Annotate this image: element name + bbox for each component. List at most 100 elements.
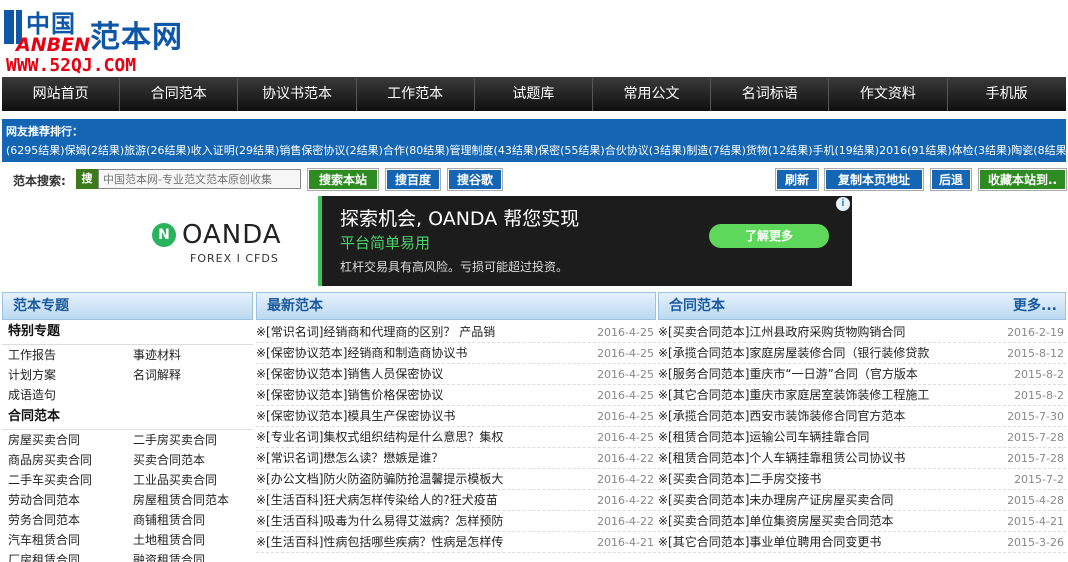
- list-item-title[interactable]: ※[保密协议范本]销售价格保密协议: [256, 385, 443, 405]
- topic-link[interactable]: 买卖合同范本: [133, 450, 258, 470]
- list-item-title[interactable]: ※[租赁合同范本]运输公司车辆挂靠合同: [658, 427, 869, 447]
- list-item[interactable]: ※[保密协议范本]销售价格保密协议 2016-4-25: [256, 385, 656, 406]
- nav-home[interactable]: 网站首页: [2, 77, 121, 111]
- topic-link[interactable]: 二手车买卖合同: [8, 470, 133, 490]
- list-item-title[interactable]: ※[生活百科]性病包括哪些疾病？性病是怎样传: [256, 532, 503, 552]
- topic-link[interactable]: 融资租赁合同: [133, 550, 258, 562]
- search-site-button[interactable]: 搜索本站: [307, 168, 379, 191]
- list-item-title[interactable]: ※[保密协议范本]模具生产保密协议书: [256, 406, 455, 426]
- list-item[interactable]: ※[办公文档]防火防盗防骗防抢温馨提示模板大 2016-4-22: [256, 469, 656, 490]
- list-item[interactable]: ※[买卖合同范本]二手房交接书 2015-7-2: [658, 469, 1066, 490]
- list-item-title[interactable]: ※[保密协议范本]销售人员保密协议: [256, 364, 443, 384]
- list-item[interactable]: ※[买卖合同范本]未办理房产证房屋买卖合同 2015-4-28: [658, 490, 1066, 511]
- hot-search-link[interactable]: (55结果)合伙协议: [560, 144, 649, 157]
- topic-link[interactable]: 土地租赁合同: [133, 530, 258, 550]
- list-item[interactable]: ※[生活百科]性病包括哪些疾病？性病是怎样传 2016-4-21: [256, 532, 656, 553]
- list-item-title[interactable]: ※[其它合同范本]事业单位聘用合同变更书: [658, 532, 881, 552]
- copy-url-button[interactable]: 复制本页地址: [824, 168, 924, 191]
- list-item-title[interactable]: ※[生活百科]吸毒为什么易得艾滋病？怎样预防: [256, 511, 503, 531]
- nav-contracts[interactable]: 合同范本: [120, 77, 239, 111]
- list-item-title[interactable]: ※[租赁合同范本]个人车辆挂靠租赁公司协议书: [658, 448, 905, 468]
- hot-search-link[interactable]: (2结果)旅游: [87, 144, 147, 157]
- hot-search-link[interactable]: (19结果)2016: [835, 144, 908, 157]
- list-item[interactable]: ※[保密协议范本]销售人员保密协议 2016-4-25: [256, 364, 656, 385]
- list-item[interactable]: ※[买卖合同范本]单位集资房屋买卖合同范本 2015-4-21: [658, 511, 1066, 532]
- list-item[interactable]: ※[租赁合同范本]个人车辆挂靠租赁公司协议书 2015-7-28: [658, 448, 1066, 469]
- list-item-title[interactable]: ※[保密协议范本]经销商和制造商协议书: [256, 343, 467, 363]
- list-item[interactable]: ※[其它合同范本]事业单位聘用合同变更书 2015-3-26: [658, 532, 1066, 553]
- hot-search-link[interactable]: (43结果)保密: [494, 144, 561, 157]
- topic-link[interactable]: 商铺租赁合同: [133, 510, 258, 530]
- list-item-title[interactable]: ※[专业名词]集权式组织结构是什么意思？集权: [256, 427, 503, 447]
- list-item-title[interactable]: ※[买卖合同范本]二手房交接书: [658, 469, 821, 489]
- list-item[interactable]: ※[服务合同范本]重庆市“一日游”合同（官方版本 2015-8-2: [658, 364, 1066, 385]
- list-item[interactable]: ※[保密协议范本]模具生产保密协议书 2016-4-25: [256, 406, 656, 427]
- list-item[interactable]: ※[生活百科]狂犬病怎样传染给人的?狂犬疫苗 2016-4-22: [256, 490, 656, 511]
- list-item[interactable]: ※[其它合同范本]重庆市家庭居室装饰装修工程施工 2015-8-2: [658, 385, 1066, 406]
- topic-link[interactable]: 计划方案: [8, 365, 133, 385]
- hot-search-link[interactable]: (7结果)货物: [708, 144, 768, 157]
- list-item[interactable]: ※[专业名词]集权式组织结构是什么意思？集权 2016-4-25: [256, 427, 656, 448]
- list-item-title[interactable]: ※[买卖合同范本]江州县政府采购货物购销合同: [658, 322, 905, 342]
- search-input[interactable]: [98, 169, 301, 189]
- search-baidu-button[interactable]: 搜百度: [385, 168, 441, 191]
- list-item[interactable]: ※[生活百科]吸毒为什么易得艾滋病？怎样预防 2016-4-22: [256, 511, 656, 532]
- list-item-title[interactable]: ※[承揽合同范本]家庭房屋装修合同（银行装修贷款: [658, 343, 929, 363]
- list-item[interactable]: ※[租赁合同范本]运输公司车辆挂靠合同 2015-7-28: [658, 427, 1066, 448]
- topic-link[interactable]: 汽车租赁合同: [8, 530, 133, 550]
- topic-link[interactable]: 事迹材料: [133, 345, 258, 365]
- topic-link[interactable]: 劳务合同范本: [8, 510, 133, 530]
- list-item[interactable]: ※[承揽合同范本]西安市装饰装修合同官方范本 2015-7-30: [658, 406, 1066, 427]
- hot-search-link[interactable]: (29结果)销售保密协议: [235, 144, 346, 157]
- topic-link[interactable]: 厂房租赁合同: [8, 550, 133, 562]
- hot-search-link[interactable]: (6295结果)保姆: [6, 144, 87, 157]
- topic-link[interactable]: 工作报告: [8, 345, 133, 365]
- list-item-title[interactable]: ※[服务合同范本]重庆市“一日游”合同（官方版本: [658, 364, 918, 384]
- topic-link[interactable]: 成语造句: [8, 385, 133, 405]
- nav-exams[interactable]: 试题库: [475, 77, 593, 111]
- hot-search-link[interactable]: (12结果)手机: [768, 144, 835, 157]
- search-google-button[interactable]: 搜谷歌: [447, 168, 503, 191]
- back-button[interactable]: 后退: [930, 168, 972, 191]
- topic-link[interactable]: 二手房买卖合同: [133, 430, 258, 450]
- nav-terms[interactable]: 名词标语: [711, 77, 830, 111]
- list-item-title[interactable]: ※[买卖合同范本]未办理房产证房屋买卖合同: [658, 490, 893, 510]
- topic-link[interactable]: 房屋买卖合同: [8, 430, 133, 450]
- list-item[interactable]: ※[常识名词]经销商和代理商的区别？ 产品销 2016-4-25: [256, 322, 656, 343]
- list-item-title[interactable]: ※[常识名词]经销商和代理商的区别？ 产品销: [256, 322, 495, 342]
- list-item[interactable]: ※[承揽合同范本]家庭房屋装修合同（银行装修贷款 2015-8-12: [658, 343, 1066, 364]
- topic-link[interactable]: 劳动合同范本: [8, 490, 133, 510]
- ad-banner[interactable]: N OANDA FOREX I CFDS 探索机会, OANDA 帮您实现 平台…: [124, 196, 852, 286]
- list-item-title[interactable]: ※[其它合同范本]重庆市家庭居室装饰装修工程施工: [658, 385, 929, 405]
- list-item[interactable]: ※[常识名词]懋怎么读？懋嫉是谁？ 2016-4-22: [256, 448, 656, 469]
- hot-search-link[interactable]: (2结果)合作: [345, 144, 405, 157]
- nav-agreements[interactable]: 协议书范本: [238, 77, 357, 111]
- hot-search-link[interactable]: (3结果)陶瓷: [974, 144, 1034, 157]
- topic-link[interactable]: 工业品买卖合同: [133, 470, 258, 490]
- list-item-title[interactable]: ※[常识名词]懋怎么读？懋嫉是谁？: [256, 448, 443, 468]
- list-item-title[interactable]: ※[办公文档]防火防盗防骗防抢温馨提示模板大: [256, 469, 503, 489]
- topic-link[interactable]: 商品房买卖合同: [8, 450, 133, 470]
- more-link[interactable]: 更多...: [1013, 293, 1057, 319]
- topic-link[interactable]: 名词解释: [133, 365, 258, 385]
- site-logo[interactable]: 中国 范本网 ANBEN WWW.52QJ.COM: [2, 4, 192, 76]
- list-item[interactable]: ※[买卖合同范本]江州县政府采购货物购销合同 2016-2-19: [658, 322, 1066, 343]
- nav-documents[interactable]: 常用公文: [593, 77, 712, 111]
- hot-search-link[interactable]: (80结果)管理制度: [405, 144, 494, 157]
- refresh-button[interactable]: 刷新: [775, 168, 819, 191]
- nav-essays[interactable]: 作文资料: [829, 77, 948, 111]
- ad-info-icon[interactable]: i: [836, 197, 850, 211]
- list-item[interactable]: ※[保密协议范本]经销商和制造商协议书 2016-4-25: [256, 343, 656, 364]
- nav-work[interactable]: 工作范本: [357, 77, 475, 111]
- list-item-title[interactable]: ※[生活百科]狂犬病怎样传染给人的?狂犬疫苗: [256, 490, 498, 510]
- list-item-title[interactable]: ※[承揽合同范本]西安市装饰装修合同官方范本: [658, 406, 905, 426]
- bookmark-button[interactable]: 收藏本站到..: [978, 168, 1067, 191]
- nav-mobile[interactable]: 手机版: [948, 77, 1066, 111]
- hot-search-link[interactable]: (8结果)流程: [1033, 144, 1066, 157]
- hot-search-link[interactable]: (26结果)收入证明: [146, 144, 235, 157]
- hot-search-link[interactable]: (3结果)制造: [649, 144, 709, 157]
- hot-search-link[interactable]: (91结果)体检: [907, 144, 974, 157]
- list-item-title[interactable]: ※[买卖合同范本]单位集资房屋买卖合同范本: [658, 511, 893, 531]
- ad-cta-button[interactable]: 了解更多: [709, 224, 829, 248]
- topic-link[interactable]: 房屋租赁合同范本: [133, 490, 258, 510]
